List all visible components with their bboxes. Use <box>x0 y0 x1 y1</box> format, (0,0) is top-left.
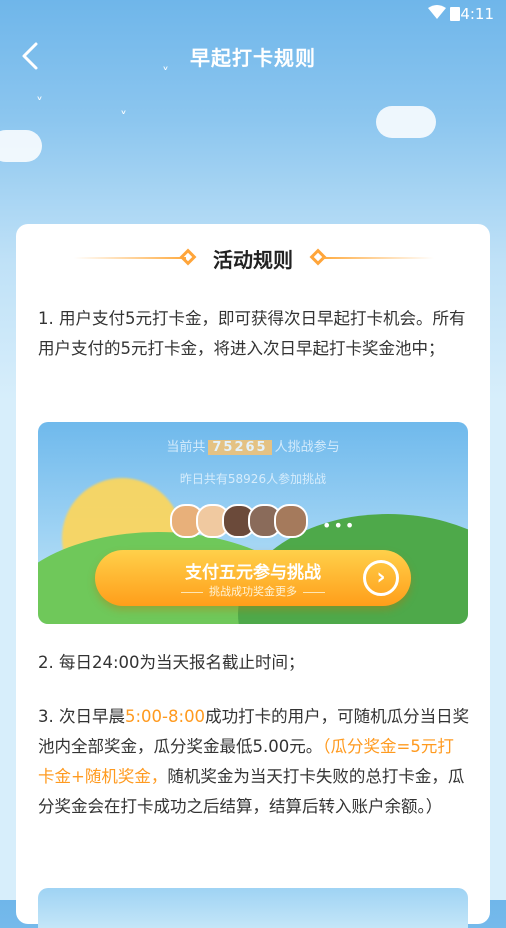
rule-3-part1: 3. 次日早晨 <box>38 707 125 726</box>
rules-card: 活动规则 1. 用户支付5元打卡金，即可获得次日早起打卡机会。所有用户支付的5元… <box>16 224 490 928</box>
bird-icon: ˅ <box>120 110 127 126</box>
wifi-icon <box>428 5 446 19</box>
yesterday-count: 昨日共有58926人参加挑战 <box>179 472 327 486</box>
rule-2: 2. 每日24:00为当天报名截止时间； <box>38 653 305 672</box>
rule-3: 3. 次日早晨5:00-8:00成功打卡的用户，可随机瓜分当日奖池内全部奖金，瓜… <box>38 702 470 822</box>
clock: 4:11 <box>460 5 494 23</box>
cloud-decoration <box>0 130 42 162</box>
battery-icon <box>450 7 460 21</box>
nav-bar: 早起打卡规则 <box>0 28 506 84</box>
rule-1: 1. 用户支付5元打卡金，即可获得次日早起打卡机会。所有用户支付的5元打卡金，将… <box>38 309 466 358</box>
page-title: 早起打卡规则 <box>190 46 316 70</box>
cloud-decoration <box>376 106 436 138</box>
bird-icon: ˅ <box>162 66 169 82</box>
count-suffix: 人挑战参与 <box>274 440 340 455</box>
chevron-right-icon: › <box>363 560 399 596</box>
divider <box>322 257 434 259</box>
rule-3-time: 5:00-8:00 <box>125 707 206 726</box>
count-prefix: 当前共 <box>166 440 206 455</box>
bird-icon: ˅ <box>36 96 43 112</box>
more-dots: ••• <box>322 516 357 535</box>
promo-banner: 当前共 75265 人挑战参与 昨日共有58926人参加挑战 ••• 支付五元参与挑… <box>38 422 468 624</box>
participant-count: 当前共 75265 人挑战参与 <box>38 436 468 455</box>
pay-join-button[interactable]: 支付五元参与挑战 挑战成功奖金更多 › <box>95 550 411 606</box>
section-header: 活动规则 <box>16 244 490 272</box>
count-value: 75265 <box>208 440 272 455</box>
avatar <box>274 504 308 538</box>
next-banner <box>38 888 468 928</box>
status-bar: 4:11 <box>0 0 506 28</box>
